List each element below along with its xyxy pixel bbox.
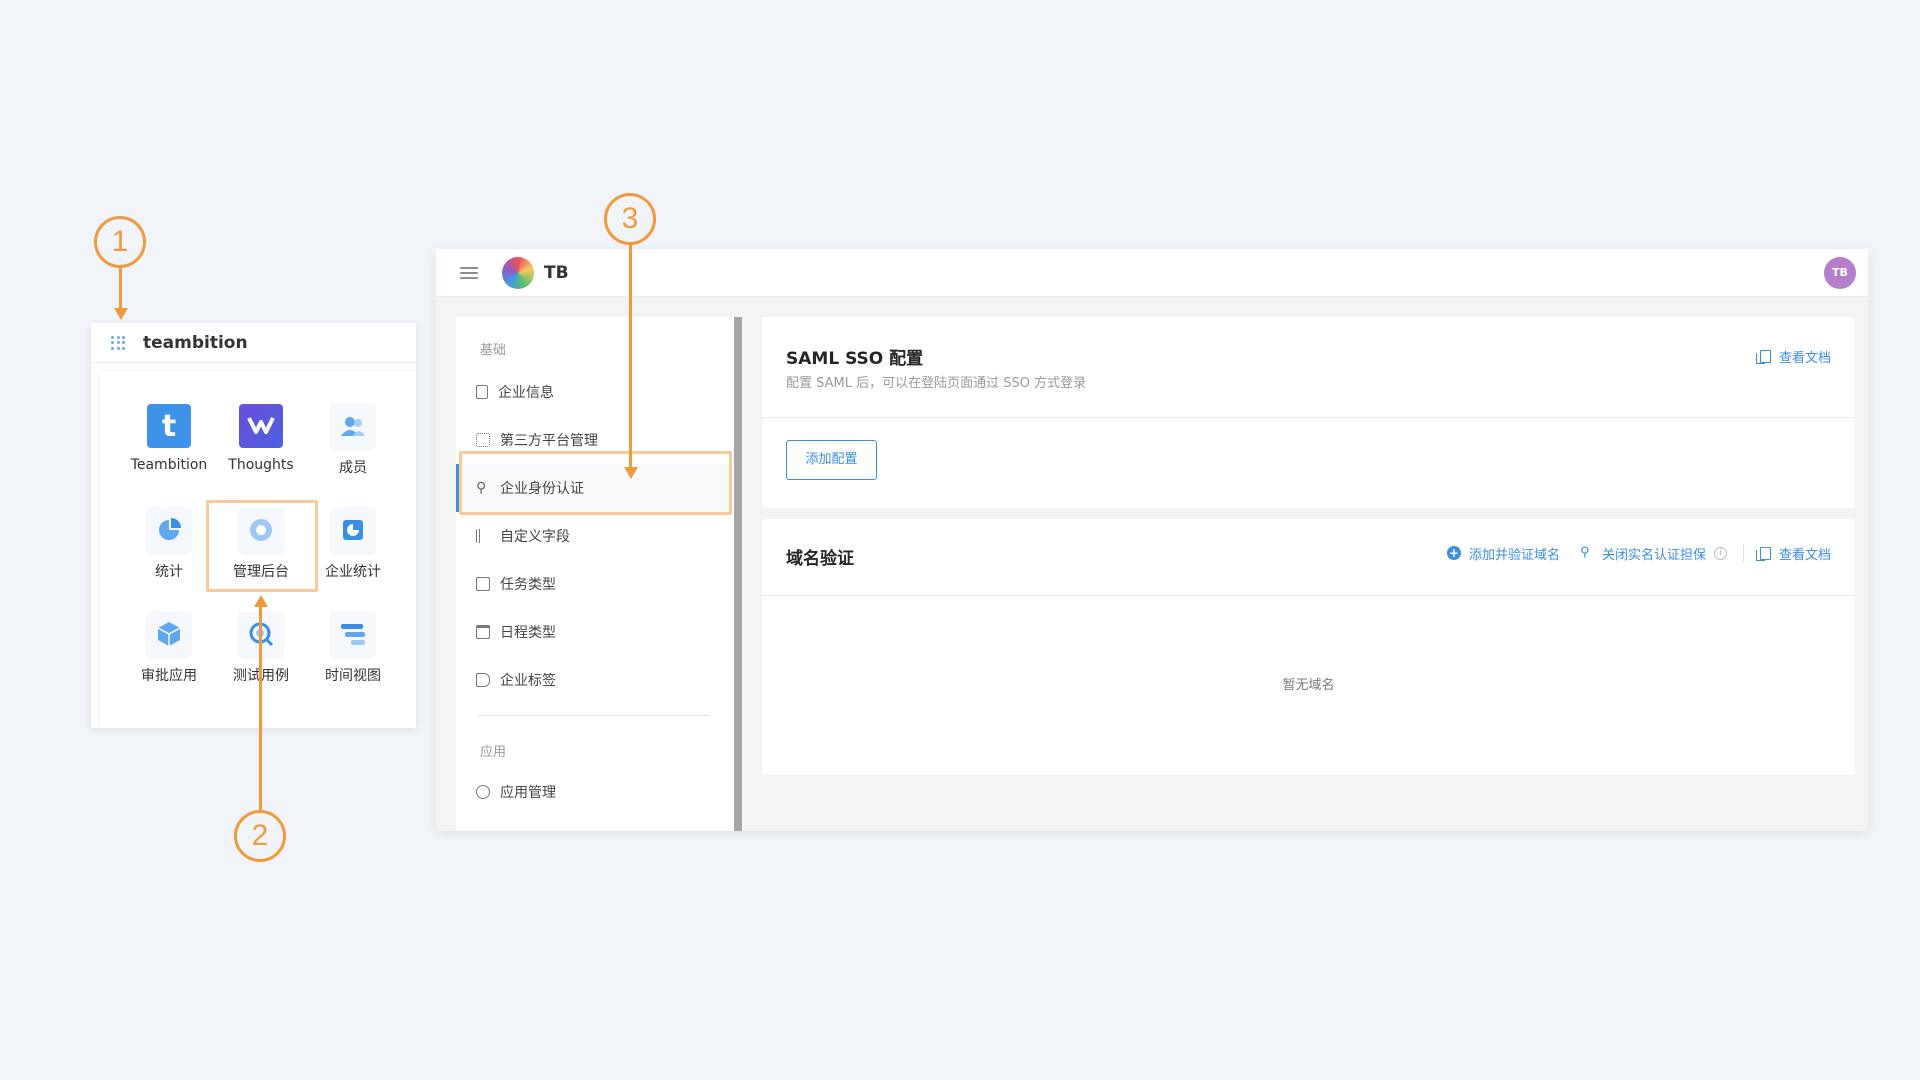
doc-icon (1755, 350, 1771, 364)
pie-chart-icon (147, 508, 191, 552)
top-bar: TB TB (436, 249, 1868, 297)
app-label: Thoughts (228, 457, 294, 473)
sidebar-item-task-types[interactable]: 任务类型 (456, 560, 734, 608)
admin-window: TB TB 基础 企业信息 第三方平台管理 ⚲ 企业身份认证 自定义字段 任务类… (436, 249, 1868, 831)
enterprise-stats-icon (331, 508, 375, 552)
app-label: Teambition (130, 457, 208, 473)
sidebar-item-schedule-types[interactable]: 日程类型 (456, 608, 734, 656)
saml-doc-link[interactable]: 查看文档 (1755, 347, 1831, 366)
sidebar-item-app-management[interactable]: 应用管理 (456, 768, 734, 816)
sidebar-item-enterprise-info[interactable]: 企业信息 (456, 368, 734, 416)
saml-subtitle: 配置 SAML 后，可以在登陆页面通过 SSO 方式登录 (786, 376, 1087, 391)
add-config-button[interactable]: 添加配置 (786, 440, 877, 480)
annotation-arrow-3 (624, 467, 638, 479)
sidebar-scrollbar[interactable] (734, 317, 742, 831)
members-icon (331, 404, 375, 448)
menu-icon[interactable] (460, 264, 478, 282)
saml-title: SAML SSO 配置 (786, 349, 924, 369)
sidebar-item-custom-fields[interactable]: 自定义字段 (456, 512, 734, 560)
app-time-view[interactable]: 时间视图 (303, 612, 403, 685)
cube-icon (147, 612, 191, 656)
annotation-line-3 (629, 245, 632, 467)
app-stats[interactable]: 统计 (119, 508, 219, 581)
sidebar-item-label: 企业标签 (500, 673, 556, 689)
org-name: TB (544, 262, 569, 283)
building-icon (476, 385, 488, 399)
plus-circle-icon: + (1446, 546, 1461, 560)
org-logo (502, 256, 534, 289)
teambition-logo-icon: t (147, 404, 191, 448)
checkbox-icon (476, 577, 490, 591)
sidebar-item-label: 第三方平台管理 (500, 433, 598, 449)
doc-link-label: 查看文档 (1778, 351, 1831, 366)
thoughts-logo-icon (239, 404, 283, 448)
annotation-line-2 (259, 605, 262, 810)
highlight-identity-auth (459, 451, 732, 515)
app-teambition[interactable]: t Teambition (119, 404, 219, 473)
sidebar-divider (478, 715, 710, 716)
annotation-marker-1: 1 (94, 216, 146, 268)
link-label: 关闭实名认证担保 (1601, 547, 1706, 563)
app-members[interactable]: 成员 (303, 404, 403, 477)
app-label: 时间视图 (325, 668, 381, 684)
calendar-icon (476, 625, 490, 639)
domain-doc-link[interactable]: 查看文档 (1755, 544, 1831, 563)
app-label: 企业统计 (325, 564, 381, 580)
add-verify-domain-link[interactable]: + 添加并验证域名 (1446, 544, 1560, 563)
annotation-marker-2: 2 (234, 810, 286, 862)
gantt-icon (331, 612, 375, 656)
hexagon-icon (476, 785, 490, 799)
grid-apps-icon (476, 433, 490, 447)
key-icon: ⚲ (1579, 545, 1590, 560)
app-grid-icon[interactable] (111, 335, 125, 350)
app-enterprise-stats[interactable]: 企业统计 (303, 508, 403, 581)
doc-icon (1755, 546, 1771, 561)
avatar[interactable]: TB (1824, 257, 1856, 289)
launcher-title: teambition (143, 332, 248, 353)
tag-icon (476, 673, 490, 687)
sidebar-item-label: 企业信息 (498, 385, 554, 401)
info-icon[interactable]: i (1713, 546, 1727, 560)
settings-sidebar: 基础 企业信息 第三方平台管理 ⚲ 企业身份认证 自定义字段 任务类型 日程类型… (456, 317, 734, 831)
section-basic-label: 基础 (480, 343, 507, 358)
app-label: 统计 (155, 564, 183, 580)
highlight-admin-console (206, 500, 318, 592)
app-label: 审批应用 (141, 668, 197, 684)
empty-domain-text: 暂无域名 (1282, 678, 1335, 693)
annotation-marker-3: 3 (604, 193, 656, 245)
launcher-header: teambition (91, 323, 416, 363)
doc-link-label: 查看文档 (1778, 547, 1831, 563)
app-label: 成员 (339, 460, 367, 476)
annotation-arrow-1 (114, 308, 128, 320)
app-approval[interactable]: 审批应用 (119, 612, 219, 685)
sidebar-item-label: 应用管理 (500, 785, 556, 801)
domain-title: 域名验证 (786, 549, 854, 569)
domain-verify-card: 域名验证 + 添加并验证域名 ⚲ 关闭实名认证担保 i 查看文档 暂无域名 (762, 519, 1855, 775)
sidebar-item-enterprise-tags[interactable]: 企业标签 (456, 656, 734, 704)
sidebar-item-label: 自定义字段 (500, 529, 570, 545)
saml-sso-card: SAML SSO 配置 配置 SAML 后，可以在登陆页面通过 SSO 方式登录… (762, 317, 1855, 508)
fields-icon (476, 529, 490, 543)
close-guarantee-link[interactable]: ⚲ 关闭实名认证担保 i (1580, 544, 1727, 563)
annotation-line-1 (119, 268, 122, 310)
section-apps-label: 应用 (480, 745, 507, 760)
sidebar-item-label: 任务类型 (500, 577, 556, 593)
link-divider (1742, 544, 1744, 562)
app-thoughts[interactable]: Thoughts (211, 404, 311, 473)
sidebar-item-label: 日程类型 (500, 625, 556, 641)
link-label: 添加并验证域名 (1468, 547, 1560, 563)
